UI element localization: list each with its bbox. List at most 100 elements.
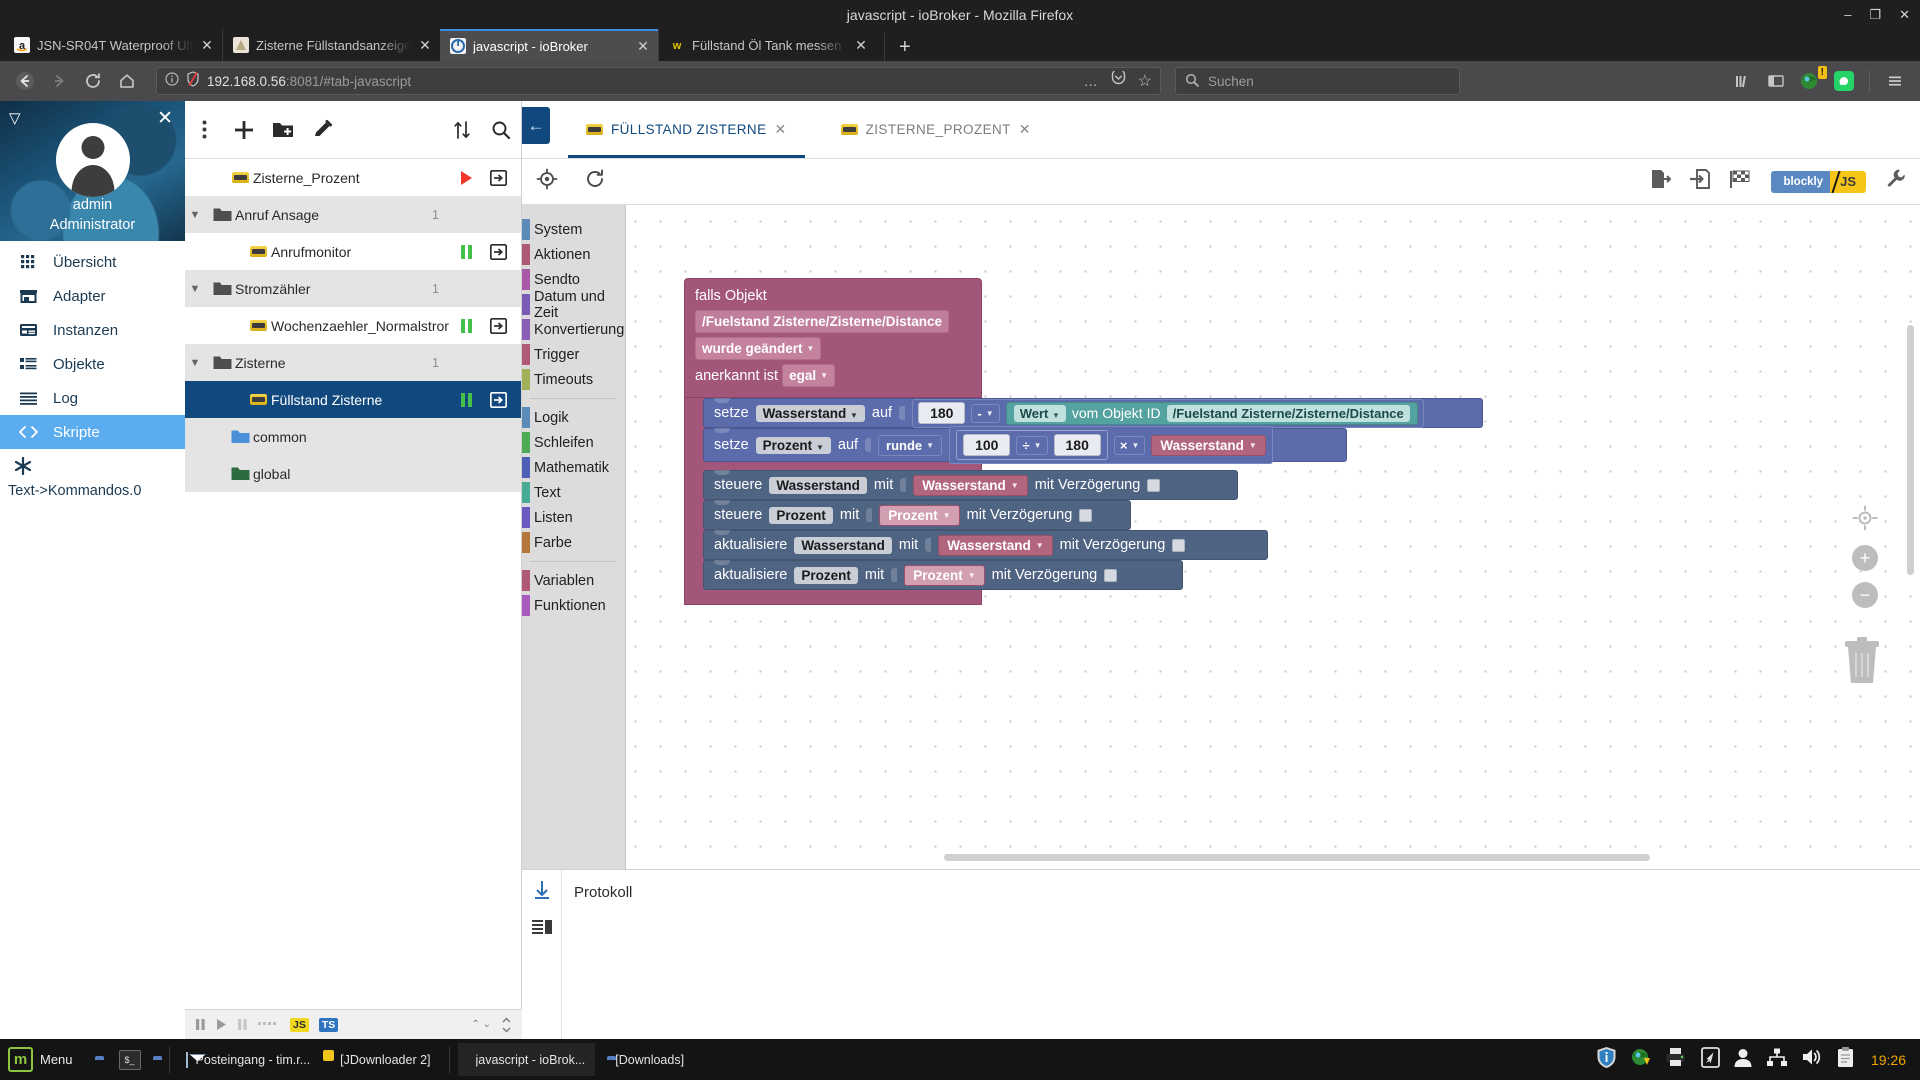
clipboard-icon[interactable]: [1837, 1046, 1854, 1073]
reload-button[interactable]: [78, 66, 108, 96]
toolbox-category-system[interactable]: System: [522, 217, 625, 242]
screenshot-icon[interactable]: [1701, 1046, 1720, 1073]
home-button[interactable]: [112, 66, 142, 96]
forward-button[interactable]: [44, 66, 74, 96]
block-aktualisiere-wasserstand[interactable]: aktualisiere Wasserstand mit Wasserstand…: [703, 530, 1268, 560]
operand-1[interactable]: 100: [963, 434, 1011, 456]
toolbox-category-farbe[interactable]: Farbe: [522, 530, 625, 555]
tab-zisterne-prozent[interactable]: ZISTERNE_PROZENT ✕: [823, 101, 1049, 158]
tree-row-folder[interactable]: common: [185, 418, 521, 455]
block-setze-wasserstand[interactable]: setze Wasserstand ▼ auf 180 -▼ Wert ▼ v: [703, 398, 1483, 428]
chevron-down-icon[interactable]: ▼: [185, 209, 205, 221]
search-icon[interactable]: [482, 120, 521, 140]
taskbar-window-button[interactable]: [Downloads]: [597, 1043, 694, 1076]
play-icon[interactable]: [216, 1018, 227, 1031]
collapse-drawer-icon[interactable]: ▽: [9, 109, 21, 127]
multiply-operator[interactable]: × ▼: [1113, 435, 1146, 455]
trigger-block[interactable]: falls Objekt /Fuelstand Zisterne/Zistern…: [684, 278, 982, 398]
aktualisiere-target[interactable]: Wasserstand: [794, 536, 892, 554]
center-workspace-button[interactable]: [1852, 505, 1878, 536]
pause-icon[interactable]: [460, 318, 472, 333]
sidebar-item-adapter[interactable]: Adapter: [0, 279, 185, 313]
open-script-icon[interactable]: [481, 391, 515, 408]
expand-icon[interactable]: ⌃ ⌄: [471, 1020, 491, 1030]
search-bar[interactable]: Suchen: [1175, 67, 1460, 95]
back-button[interactable]: ←: [522, 107, 550, 144]
trash-icon[interactable]: [1840, 635, 1884, 687]
chevron-down-icon[interactable]: ▼: [185, 283, 205, 295]
divide-operator[interactable]: ÷ ▼: [1016, 435, 1048, 455]
multiply-block[interactable]: 100 ÷ ▼ 180 × ▼ Wasserstand ▼: [949, 426, 1273, 464]
tree-row-folder[interactable]: global: [185, 455, 521, 492]
pocket-icon[interactable]: [1111, 68, 1126, 91]
delay-toggle[interactable]: [1104, 568, 1118, 582]
minimize-button[interactable]: –: [1844, 8, 1851, 21]
shield-icon[interactable]: [1596, 1046, 1617, 1074]
blockly-root-block[interactable]: falls Objekt /Fuelstand Zisterne/Zistern…: [684, 278, 1483, 605]
whatsapp-icon[interactable]: [1829, 66, 1859, 96]
reload-icon[interactable]: [584, 168, 606, 195]
taskbar-window-button[interactable]: javascript - ioBrok...: [457, 1043, 596, 1076]
steuere-target[interactable]: Wasserstand: [769, 476, 867, 494]
pause-icon[interactable]: [460, 244, 472, 259]
list-icon[interactable]: [531, 919, 552, 940]
ts-badge[interactable]: TS: [318, 1017, 339, 1032]
get-value-block[interactable]: Wert ▼ vom Objekt ID /Fuelstand Zisterne…: [1005, 401, 1418, 425]
toolbox-category-timeouts[interactable]: Timeouts: [522, 367, 625, 392]
variable-ref[interactable]: Wasserstand ▼: [913, 474, 1028, 496]
library-icon[interactable]: [1727, 66, 1757, 96]
maximize-button[interactable]: ❐: [1869, 8, 1881, 21]
variable-ref[interactable]: Prozent ▼: [879, 504, 960, 526]
open-script-icon[interactable]: [481, 243, 515, 260]
toolbox-category-variablen[interactable]: Variablen: [522, 568, 625, 593]
volume-icon[interactable]: [1801, 1047, 1824, 1072]
sidebar-item-text-kommandos[interactable]: Text->Kommandos.0: [0, 449, 185, 499]
close-button[interactable]: ✕: [1899, 8, 1910, 21]
toolbox-category-mathematik[interactable]: Mathematik: [522, 455, 625, 480]
sidebar-item-log[interactable]: Log: [0, 381, 185, 415]
printer-icon[interactable]: [1665, 1047, 1688, 1072]
play-icon[interactable]: [460, 170, 472, 185]
operand-2[interactable]: 180: [1053, 434, 1101, 456]
delay-toggle[interactable]: [1172, 538, 1186, 552]
more-vert-icon[interactable]: [185, 120, 224, 139]
site-info-icon[interactable]: [165, 71, 179, 91]
page-actions-icon[interactable]: …: [1084, 73, 1099, 89]
toolbox-category-trigger[interactable]: Trigger: [522, 342, 625, 367]
sidebar-icon[interactable]: [1761, 66, 1791, 96]
blockly-js-toggle[interactable]: blockly JS: [1771, 170, 1866, 193]
trigger-change-dropdown[interactable]: wurde geändert ▼: [695, 337, 822, 360]
toolbox-category-text[interactable]: Text: [522, 480, 625, 505]
tree-row-script[interactable]: Wochenzaehler_Normalstror: [185, 307, 521, 344]
browser-tab[interactable]: w Füllstand Öl Tank messen - M ✕: [658, 29, 876, 61]
open-script-icon[interactable]: [481, 169, 515, 186]
operator-dropdown[interactable]: - ▼: [971, 403, 1000, 423]
tree-resize-handles[interactable]: ⌃ ⌄: [471, 1020, 491, 1030]
pause-icon[interactable]: [460, 392, 472, 407]
pause-icon[interactable]: [195, 1018, 206, 1031]
menu-icon[interactable]: [1880, 66, 1910, 96]
trigger-object-id[interactable]: /Fuelstand Zisterne/Zisterne/Distance: [695, 310, 950, 333]
toolbox-category-datum-und-zeit[interactable]: Datum und Zeit: [522, 289, 625, 321]
chevron-down-icon[interactable]: ▼: [185, 357, 205, 369]
tab-fuellstand-zisterne[interactable]: FÜLLSTAND ZISTERNE ✕: [568, 101, 805, 158]
close-icon[interactable]: ✕: [200, 37, 214, 54]
terminal-icon[interactable]: $_: [118, 1049, 141, 1070]
setze-variable[interactable]: Prozent ▼: [755, 436, 831, 454]
value-type-dropdown[interactable]: Wert ▼: [1013, 404, 1066, 422]
variable-ref[interactable]: Wasserstand ▼: [938, 534, 1053, 556]
variable-ref-wasserstand[interactable]: Wasserstand ▼: [1151, 434, 1266, 456]
url-bar[interactable]: 192.168.0.56:8081/#tab-javascript … ☆: [156, 67, 1161, 95]
steuere-target[interactable]: Prozent: [769, 506, 833, 524]
checkered-flag-icon[interactable]: [1729, 169, 1753, 194]
jdownloader-icon[interactable]: [1630, 1046, 1652, 1073]
export-icon[interactable]: [1649, 168, 1672, 195]
user-icon[interactable]: [1733, 1047, 1753, 1073]
toolbox-category-aktionen[interactable]: Aktionen: [522, 242, 625, 267]
edit-icon[interactable]: [303, 119, 342, 140]
block-aktualisiere-prozent[interactable]: aktualisiere Prozent mit Prozent ▼ mit Ve…: [703, 560, 1183, 590]
taskbar-window-button[interactable]: [JDownloader 2]: [322, 1043, 440, 1076]
sort-icon[interactable]: [442, 120, 481, 140]
tree-row-script[interactable]: Zisterne_Prozent: [185, 159, 521, 196]
trigger-ack-dropdown[interactable]: egal ▼: [782, 364, 835, 387]
